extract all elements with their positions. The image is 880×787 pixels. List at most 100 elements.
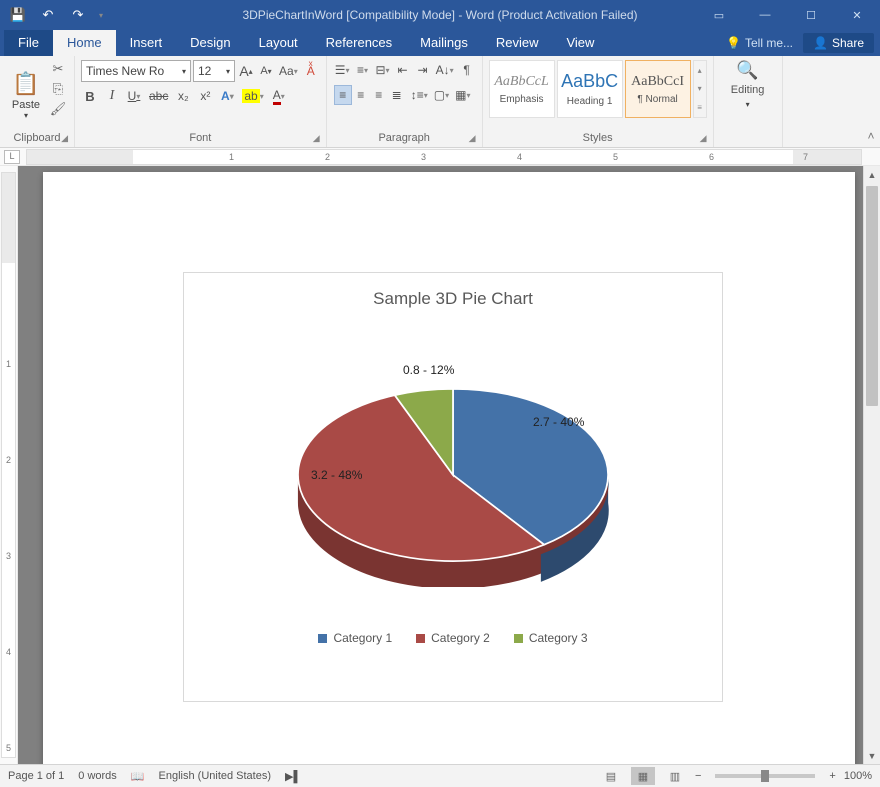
close-icon[interactable]: ✕ (834, 0, 880, 30)
cut-icon[interactable]: ✂ (48, 60, 68, 78)
tab-insert[interactable]: Insert (116, 30, 177, 56)
vertical-scrollbar[interactable]: ▲ ▼ (863, 166, 880, 764)
paste-button[interactable]: 📋 Paste ▾ (6, 60, 46, 130)
group-clipboard: 📋 Paste ▾ ✂ ⎘ 🖌 Clipboard◢ (0, 56, 75, 147)
styles-gallery-more[interactable]: ▴▾≡ (693, 60, 707, 118)
font-color-icon[interactable]: A (270, 86, 288, 106)
spell-check-icon[interactable]: 📖 (131, 770, 145, 783)
tab-view[interactable]: View (552, 30, 608, 56)
style-name: Emphasis (500, 94, 544, 105)
paragraph-dialog-launcher[interactable]: ◢ (469, 133, 476, 144)
font-size-selector[interactable]: 12▾ (193, 60, 235, 82)
tab-home[interactable]: Home (53, 30, 116, 56)
pie-chart: 2.7 - 40% 3.2 - 48% 0.8 - 12% (233, 323, 673, 623)
decrease-indent-icon[interactable]: ⇤ (394, 60, 412, 80)
scroll-thumb[interactable] (866, 186, 878, 406)
qat-customize-icon[interactable] (94, 3, 108, 27)
horizontal-ruler[interactable]: L 1 2 3 4 5 6 7 (0, 148, 880, 166)
editing-dropdown[interactable]: Editing (729, 80, 767, 100)
copy-icon[interactable]: ⎘ (48, 80, 68, 98)
zoom-level[interactable]: 100% (844, 770, 872, 782)
share-label: Share (832, 36, 864, 50)
redo-icon[interactable]: ↷ (64, 3, 92, 27)
shading-icon[interactable]: ▢ (432, 85, 451, 105)
change-case-icon[interactable]: Aa (277, 61, 300, 81)
print-layout-icon[interactable]: ▦ (631, 767, 655, 785)
read-mode-icon[interactable]: ▤ (599, 767, 623, 785)
chart-object[interactable]: Sample 3D Pie Chart (183, 272, 723, 702)
borders-icon[interactable]: ▦ (453, 85, 472, 105)
tab-references[interactable]: References (312, 30, 406, 56)
font-dialog-launcher[interactable]: ◢ (313, 133, 320, 144)
line-spacing-icon[interactable]: ↕≡ (409, 85, 430, 105)
ribbon-options-icon[interactable]: ▭ (696, 0, 742, 30)
align-center-icon[interactable]: ≡ (352, 85, 370, 105)
tab-layout[interactable]: Layout (245, 30, 312, 56)
group-label-editing (720, 130, 776, 147)
grow-font-icon[interactable]: A▴ (237, 61, 255, 81)
data-label-cat3: 0.8 - 12% (403, 363, 454, 377)
strikethrough-button[interactable]: abc (147, 86, 170, 106)
zoom-slider[interactable] (715, 774, 815, 778)
align-right-icon[interactable]: ≡ (370, 85, 388, 105)
shrink-font-icon[interactable]: A▾ (257, 61, 275, 81)
clear-format-icon[interactable]: Aͯ (302, 61, 320, 81)
zoom-slider-thumb[interactable] (761, 770, 769, 782)
numbering-icon[interactable]: ≡ (353, 60, 371, 80)
find-icon[interactable]: 🔍 (734, 60, 760, 80)
macro-icon[interactable]: ▶▌ (285, 770, 301, 783)
highlight-icon[interactable]: ab (240, 86, 265, 106)
align-left-icon[interactable]: ≡ (334, 85, 352, 105)
underline-button[interactable]: U (125, 86, 143, 106)
tab-mailings[interactable]: Mailings (406, 30, 482, 56)
sort-icon[interactable]: A↓ (434, 60, 456, 80)
legend-label: Category 2 (431, 631, 490, 645)
legend-swatch (514, 634, 523, 643)
page-scroll-area[interactable]: Sample 3D Pie Chart (18, 166, 880, 764)
style-heading1[interactable]: AaBbC Heading 1 (557, 60, 623, 118)
maximize-icon[interactable]: ☐ (788, 0, 834, 30)
bullets-icon[interactable]: ☰ (333, 60, 352, 80)
scroll-up-icon[interactable]: ▲ (864, 166, 880, 183)
tab-selector[interactable]: L (4, 150, 20, 164)
tab-file[interactable]: File (4, 30, 53, 56)
justify-icon[interactable]: ≣ (388, 85, 406, 105)
clipboard-dialog-launcher[interactable]: ◢ (61, 133, 68, 144)
increase-indent-icon[interactable]: ⇥ (414, 60, 432, 80)
style-emphasis[interactable]: AaBbCcL Emphasis (489, 60, 555, 118)
data-label-cat2: 3.2 - 48% (311, 468, 362, 482)
legend-label: Category 1 (333, 631, 392, 645)
style-normal[interactable]: AaBbCcI ¶ Normal (625, 60, 691, 118)
document-page[interactable]: Sample 3D Pie Chart (43, 172, 855, 764)
styles-dialog-launcher[interactable]: ◢ (700, 133, 707, 144)
page-indicator[interactable]: Page 1 of 1 (8, 770, 64, 782)
language-indicator[interactable]: English (United States) (159, 770, 272, 782)
tab-design[interactable]: Design (176, 30, 244, 56)
collapse-ribbon-icon[interactable]: ˄ (862, 56, 880, 147)
undo-icon[interactable]: ↶ (34, 3, 62, 27)
ruler-track[interactable]: 1 2 3 4 5 6 7 (26, 149, 862, 165)
scroll-down-icon[interactable]: ▼ (864, 747, 880, 764)
bold-button[interactable]: B (81, 86, 99, 106)
minimize-icon[interactable]: — (742, 0, 788, 30)
group-editing: 🔍 Editing ▾ (714, 56, 783, 147)
word-count[interactable]: 0 words (78, 770, 117, 782)
italic-button[interactable]: I (103, 86, 121, 106)
zoom-out-button[interactable]: − (695, 770, 701, 782)
legend-swatch (416, 634, 425, 643)
tell-me-search[interactable]: 💡 Tell me... (726, 36, 793, 50)
vertical-ruler[interactable]: 1 2 3 4 5 (0, 166, 18, 764)
save-icon[interactable]: 💾 (4, 3, 32, 27)
text-effects-icon[interactable]: A (218, 86, 236, 106)
share-button[interactable]: 👤 Share (803, 33, 874, 53)
show-marks-icon[interactable]: ¶ (458, 60, 476, 80)
tab-review[interactable]: Review (482, 30, 553, 56)
format-painter-icon[interactable]: 🖌 (48, 100, 68, 118)
superscript-button[interactable]: x² (196, 86, 214, 106)
web-layout-icon[interactable]: ▥ (663, 767, 687, 785)
font-name-selector[interactable]: Times New Ro▾ (81, 60, 191, 82)
zoom-in-button[interactable]: + (829, 770, 835, 782)
multilevel-icon[interactable]: ⊟ (373, 60, 391, 80)
subscript-button[interactable]: x₂ (174, 86, 192, 106)
group-label-clipboard: Clipboard◢ (6, 130, 68, 147)
